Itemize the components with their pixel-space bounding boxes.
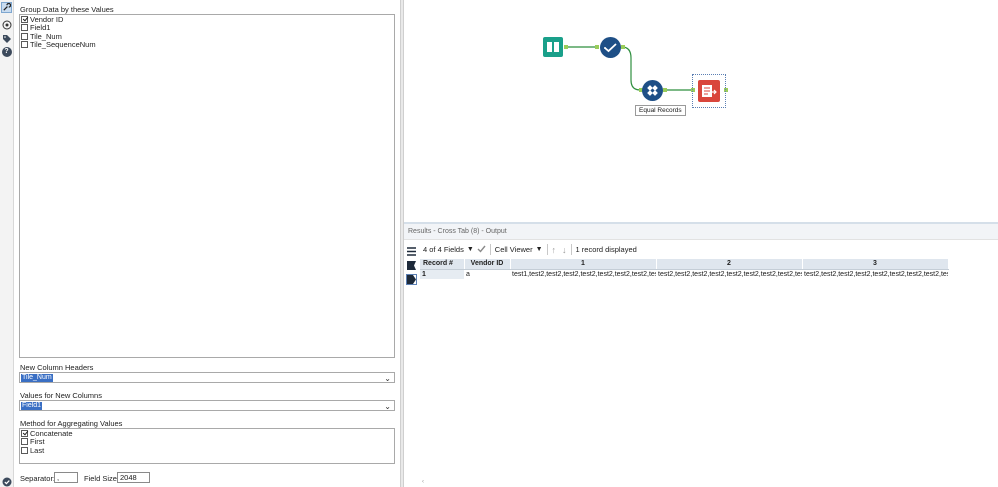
checkbox[interactable] — [21, 24, 28, 32]
column-header[interactable]: 2 — [656, 259, 803, 270]
record-count-status: 1 record displayed — [575, 245, 637, 254]
field-size-label: Field Size: — [84, 474, 120, 483]
tag-icon[interactable] — [1, 33, 12, 44]
toolbar-divider — [489, 244, 491, 255]
chevron-down-icon: ⌄ — [384, 402, 391, 411]
select-tool[interactable] — [600, 37, 621, 60]
method-item[interactable]: Last — [20, 446, 394, 455]
checkbox[interactable] — [21, 32, 28, 40]
chevron-down-icon[interactable]: ▼ — [467, 246, 474, 253]
book-icon — [543, 37, 563, 57]
toolbar-divider — [570, 244, 572, 255]
values-dropdown[interactable]: Field1 ⌄ — [19, 400, 395, 411]
connection-lines — [564, 45, 728, 92]
checkmark-icon[interactable] — [477, 245, 486, 255]
cell-viewer-dropdown[interactable]: Cell Viewer — [495, 245, 533, 254]
table-row[interactable]: 1 a test1,test2,test2,test2,test2,test2,… — [420, 269, 948, 279]
column-header[interactable]: Record # — [420, 259, 465, 270]
column-headers-label: New Column Headers — [20, 363, 94, 372]
column-header[interactable]: Vendor ID — [464, 259, 511, 270]
output-tool-selected[interactable] — [692, 74, 726, 108]
grid-header-row: Record # Vendor ID 1 2 3 — [420, 259, 949, 270]
results-toolbar: 4 of 4 Fields ▼ Cell Viewer ▼ ↑ ↓ 1 reco… — [404, 242, 998, 257]
cross-tab-tool[interactable] — [642, 80, 663, 103]
annotation-icon[interactable] — [1, 19, 12, 30]
valid-check-icon — [1, 476, 12, 487]
group-field-item[interactable]: Tile_SequenceNum — [20, 40, 394, 49]
checkbox[interactable] — [21, 41, 28, 49]
input-data-tool[interactable] — [543, 37, 563, 59]
toolbar-divider — [546, 244, 548, 255]
arrow-down-icon[interactable]: ↓ — [562, 245, 567, 255]
chevron-down-icon: ⌄ — [384, 374, 391, 383]
horizontal-scrollbar[interactable]: ‹ — [422, 479, 982, 487]
group-by-label: Group Data by these Values — [20, 5, 114, 14]
checkbox[interactable] — [21, 446, 28, 454]
results-window: Results - Cross Tab (8) - Output 4 of 4 … — [404, 222, 998, 487]
table-cell[interactable]: a — [464, 269, 510, 279]
config-icon-strip: ? — [0, 0, 14, 487]
help-icon[interactable]: ? — [1, 46, 12, 57]
message-icon[interactable] — [406, 260, 417, 271]
fields-selector[interactable]: 4 of 4 Fields — [423, 245, 464, 254]
results-grid[interactable]: Record # Vendor ID 1 2 3 1 a test1,test2… — [420, 259, 949, 279]
column-header[interactable]: 1 — [510, 259, 657, 270]
values-label: Values for New Columns — [20, 391, 102, 400]
data-output-icon[interactable] — [406, 274, 417, 285]
workflow-canvas[interactable]: Equal Records — [404, 0, 998, 222]
connection-label[interactable]: Equal Records — [635, 105, 686, 116]
group-field-item[interactable]: Field1 — [20, 23, 394, 32]
method-label: Method for Aggregating Values — [20, 419, 123, 428]
select-check-icon — [600, 37, 621, 58]
chevron-down-icon[interactable]: ▼ — [536, 246, 543, 253]
cross-tab-icon — [642, 80, 663, 101]
method-item[interactable]: First — [20, 437, 394, 446]
arrow-up-icon[interactable]: ↑ — [552, 245, 557, 255]
table-cell[interactable]: test2,test2,test2,test2,test2,test2,test… — [802, 269, 948, 279]
wrench-icon[interactable] — [1, 2, 12, 13]
cross-tab-config-panel: Group Data by these Values Vendor ID Fie… — [14, 0, 400, 487]
checkbox[interactable] — [21, 15, 28, 23]
method-list[interactable]: Concatenate First Last — [19, 428, 395, 464]
table-cell[interactable]: test2,test2,test2,test2,test2,test2,test… — [656, 269, 802, 279]
method-item[interactable]: Concatenate — [20, 429, 394, 438]
group-field-item[interactable]: Vendor ID — [20, 15, 394, 24]
output-icon — [698, 80, 720, 102]
column-headers-dropdown[interactable]: Tile_Num ⌄ — [19, 372, 395, 383]
column-header[interactable]: 3 — [802, 259, 949, 270]
field-size-input[interactable]: 2048 — [117, 472, 150, 483]
separator-input[interactable]: , — [54, 472, 78, 483]
results-title: Results - Cross Tab (8) - Output — [404, 224, 998, 240]
separator-label: Separator: — [20, 474, 56, 483]
group-by-list[interactable]: Vendor ID Field1 Tile_Num Tile_SequenceN… — [19, 14, 395, 358]
checkbox[interactable] — [21, 438, 28, 446]
group-field-item[interactable]: Tile_Num — [20, 32, 394, 41]
checkbox[interactable] — [21, 429, 28, 437]
record-number-cell[interactable]: 1 — [420, 269, 464, 279]
table-cell[interactable]: test1,test2,test2,test2,test2,test2,test… — [510, 269, 656, 279]
